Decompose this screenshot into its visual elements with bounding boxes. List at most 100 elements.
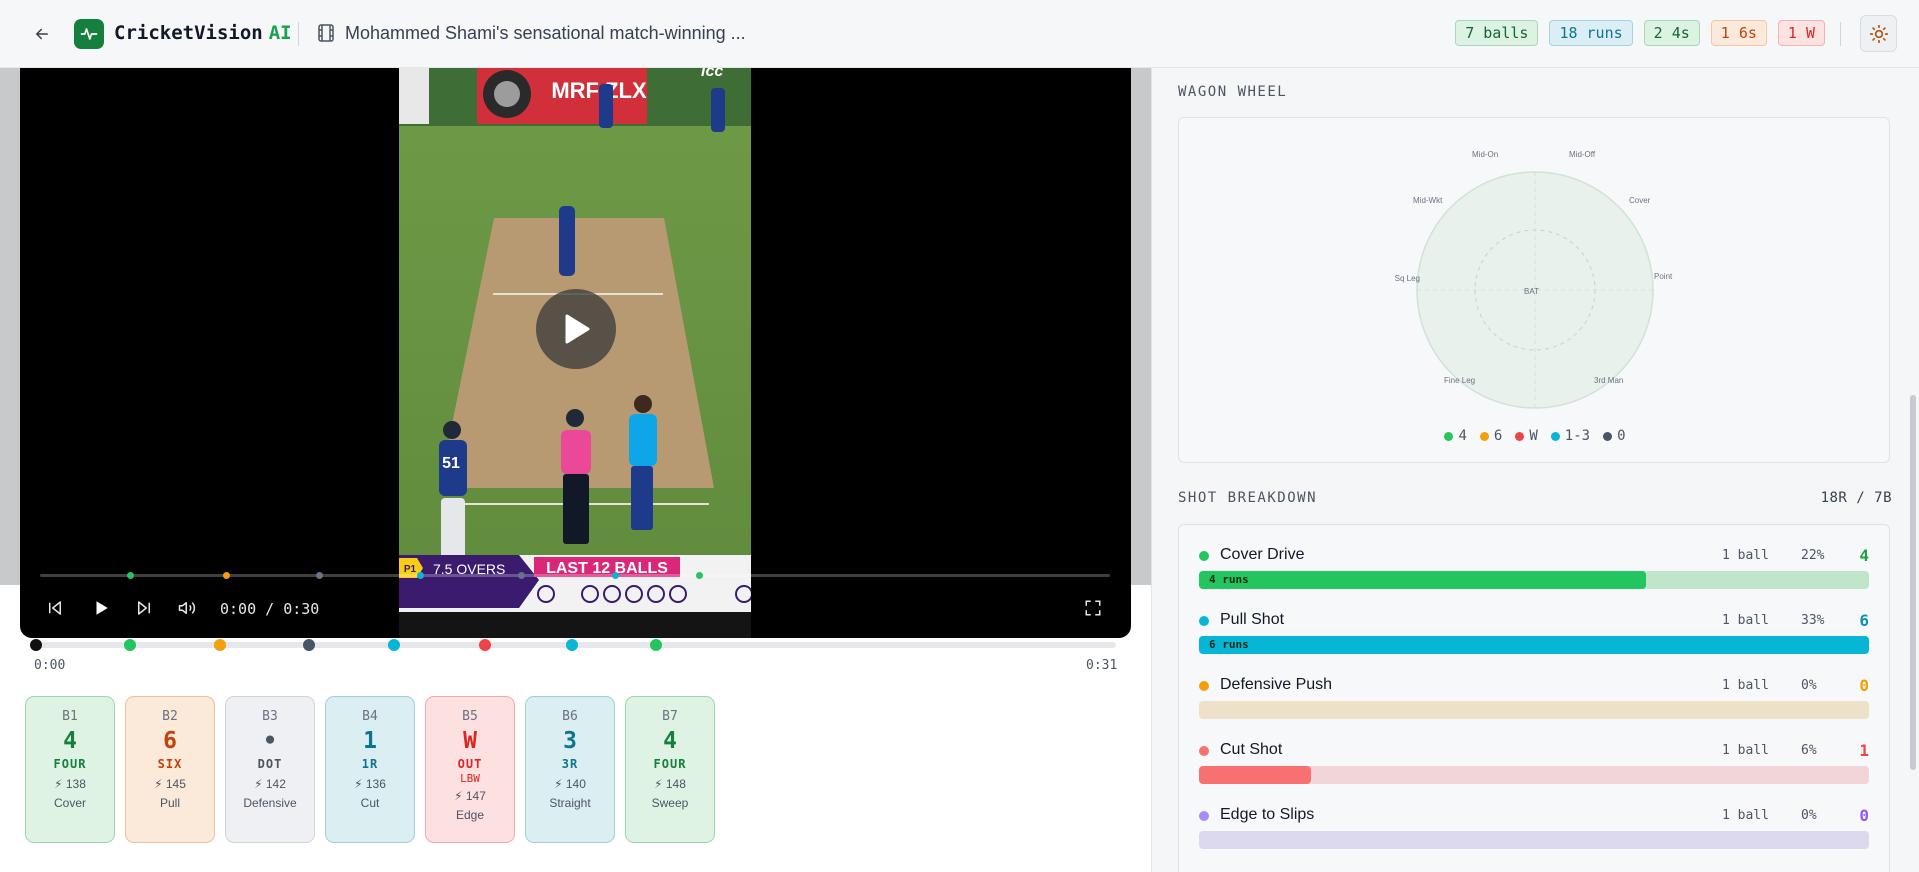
shot-percentage: 0%: [1801, 678, 1817, 693]
timeline-marker[interactable]: [214, 639, 226, 651]
ball-value: 4: [663, 728, 677, 754]
ball-shot: Cover: [53, 796, 86, 810]
scrollbar[interactable]: [1910, 395, 1916, 770]
legend-label: 1-3: [1564, 428, 1591, 444]
brand-name: CricketVision AI: [114, 22, 292, 44]
ball-result: FOUR: [653, 757, 687, 771]
ball-card[interactable]: B6 3 3R ⚡︎ 140 Straight: [525, 696, 615, 843]
big-play-button[interactable]: [536, 289, 616, 369]
ball-card[interactable]: B5 W OUT LBW ⚡︎ 147 Edge: [425, 696, 515, 843]
legend-label: 0: [1617, 428, 1626, 444]
shot-percentage: 6%: [1801, 743, 1817, 758]
legend-dot: [1479, 431, 1489, 441]
shot-bar-track: 6 runs: [1199, 636, 1869, 654]
wagon-wheel-field: [1416, 171, 1654, 409]
jersey-number: 51: [442, 455, 460, 472]
play-button[interactable]: [92, 599, 110, 622]
skip-forward-icon: [138, 601, 150, 615]
ball-speed: ⚡︎ 142: [226, 777, 314, 791]
shot-ball-count: 1 ball: [1722, 548, 1769, 563]
ball-speed-value: 142: [265, 777, 286, 791]
shot-bar-fill: 4 runs: [1199, 571, 1646, 589]
timeline-marker[interactable]: [124, 639, 136, 651]
ball-result: DOT: [257, 757, 283, 771]
timeline-marker[interactable]: [566, 639, 578, 651]
zap-icon: ⚡︎: [454, 789, 466, 803]
stat-badge: 18 runs: [1549, 20, 1633, 46]
shot-row[interactable]: Edge to Slips 1 ball 0% 0: [1199, 803, 1869, 863]
ball-card[interactable]: B3 • DOT ⚡︎ 142 Defensive: [225, 696, 315, 843]
previous-ball-button[interactable]: [46, 599, 64, 622]
stat-badge: 2 4s: [1643, 20, 1700, 46]
timeline-end-label: 0:31: [1086, 658, 1118, 673]
shot-breakdown-title: SHOT BREAKDOWN: [1178, 490, 1318, 506]
app-logo[interactable]: [74, 19, 104, 49]
ball-timeline[interactable]: [30, 639, 1116, 651]
shot-name: Cover Drive: [1220, 546, 1305, 563]
timeline-marker[interactable]: [30, 639, 42, 651]
timeline-marker[interactable]: [388, 639, 400, 651]
video-player[interactable]: MRF ZLX icc 51 P1 7.5 OVERS LAST 12 BALL…: [20, 68, 1131, 638]
wagon-wheel-title: WAGON WHEEL: [1178, 84, 1288, 100]
wagon-wheel-card: BAT Mid-On Mid-Off Mid-Wkt Cover Sq Leg …: [1178, 117, 1890, 463]
volume-icon: [178, 602, 196, 614]
shot-percentage: 22%: [1801, 548, 1825, 563]
timeline-marker[interactable]: [479, 639, 491, 651]
player-marker-dot: [127, 572, 134, 579]
ball-card[interactable]: B2 6 SIX ⚡︎ 145 Pull: [125, 696, 215, 843]
field-label-sq-leg: Sq Leg: [1394, 274, 1420, 283]
theme-toggle-button[interactable]: [1860, 15, 1897, 52]
shot-color-dot: [1199, 746, 1209, 756]
video-panel: MRF ZLX icc 51 P1 7.5 OVERS LAST 12 BALL…: [0, 68, 1151, 872]
shot-percentage: 0%: [1801, 808, 1817, 823]
ball-card[interactable]: B4 1 1R ⚡︎ 136 Cut: [325, 696, 415, 843]
activity-icon: [80, 28, 98, 40]
ball-speed-value: 148: [665, 777, 686, 791]
shot-percentage: 33%: [1801, 613, 1825, 628]
shot-name: Edge to Slips: [1220, 806, 1315, 823]
legend-item: W: [1515, 428, 1538, 444]
video-title: Mohammed Shami's sensational match-winni…: [345, 23, 746, 43]
stat-badges: 7 balls 18 runs 2 4s 1 6s 1 W: [1455, 20, 1825, 46]
back-button[interactable]: [30, 22, 54, 46]
player-marker-dot: [417, 572, 424, 579]
shot-ball-count: 1 ball: [1722, 743, 1769, 758]
shot-color-dot: [1199, 551, 1209, 561]
header-divider: [298, 22, 299, 46]
shot-name: Cut Shot: [1220, 741, 1283, 758]
ball-card[interactable]: B7 4 FOUR ⚡︎ 148 Sweep: [625, 696, 715, 843]
shot-row[interactable]: Pull Shot 1 ball 33% 6 6 runs: [1199, 608, 1869, 668]
legend-item: 4: [1444, 428, 1467, 444]
time-display: 0:00 / 0:30: [220, 600, 320, 618]
shot-row[interactable]: Cover Drive 1 ball 22% 4 4 runs: [1199, 543, 1869, 603]
film-icon: [318, 24, 334, 42]
fullscreen-icon: [1085, 600, 1101, 616]
ball-speed: ⚡︎ 138: [26, 777, 114, 791]
shot-row[interactable]: Defensive Push 1 ball 0% 0: [1199, 673, 1869, 733]
fullscreen-button[interactable]: [1084, 599, 1102, 622]
ball-label: B6: [562, 709, 578, 724]
shot-bar-label: 4 runs: [1209, 573, 1249, 586]
ball-shot: Straight: [549, 796, 591, 810]
player-marker-dot: [696, 572, 703, 579]
ball-label: B5: [462, 709, 478, 724]
ball-card[interactable]: B1 4 FOUR ⚡︎ 138 Cover: [25, 696, 115, 843]
timeline-marker[interactable]: [303, 639, 315, 651]
player-progress-track[interactable]: [40, 572, 1110, 579]
ball-speed: ⚡︎ 148: [626, 777, 714, 791]
timeline-marker[interactable]: [650, 639, 662, 651]
stat-badge: 7 balls: [1455, 20, 1539, 46]
shot-runs: 0: [1859, 806, 1869, 825]
shot-row[interactable]: Cut Shot 1 ball 6% 1: [1199, 738, 1869, 798]
next-ball-button[interactable]: [135, 599, 153, 622]
legend-dot: [1603, 431, 1613, 441]
shot-runs: 1: [1859, 741, 1869, 760]
play-icon: [96, 601, 108, 615]
shot-color-dot: [1199, 616, 1209, 626]
header-divider: [1840, 22, 1841, 46]
shot-breakdown-summary: 18R / 7B: [1820, 490, 1892, 506]
brand-text: CricketVision: [114, 22, 263, 44]
legend-item: 1-3: [1550, 428, 1591, 444]
volume-button[interactable]: [177, 599, 197, 622]
ball-shot: Cut: [360, 796, 380, 810]
